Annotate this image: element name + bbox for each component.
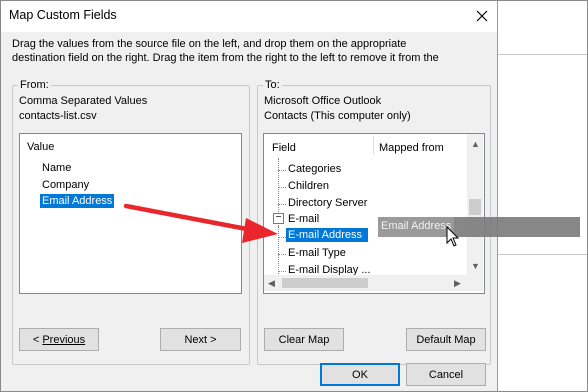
- mouse-cursor-icon: [446, 226, 460, 247]
- arrow-head: [242, 218, 278, 243]
- arrow-shaft: [123, 203, 255, 233]
- red-arrow-annotation: [123, 203, 278, 243]
